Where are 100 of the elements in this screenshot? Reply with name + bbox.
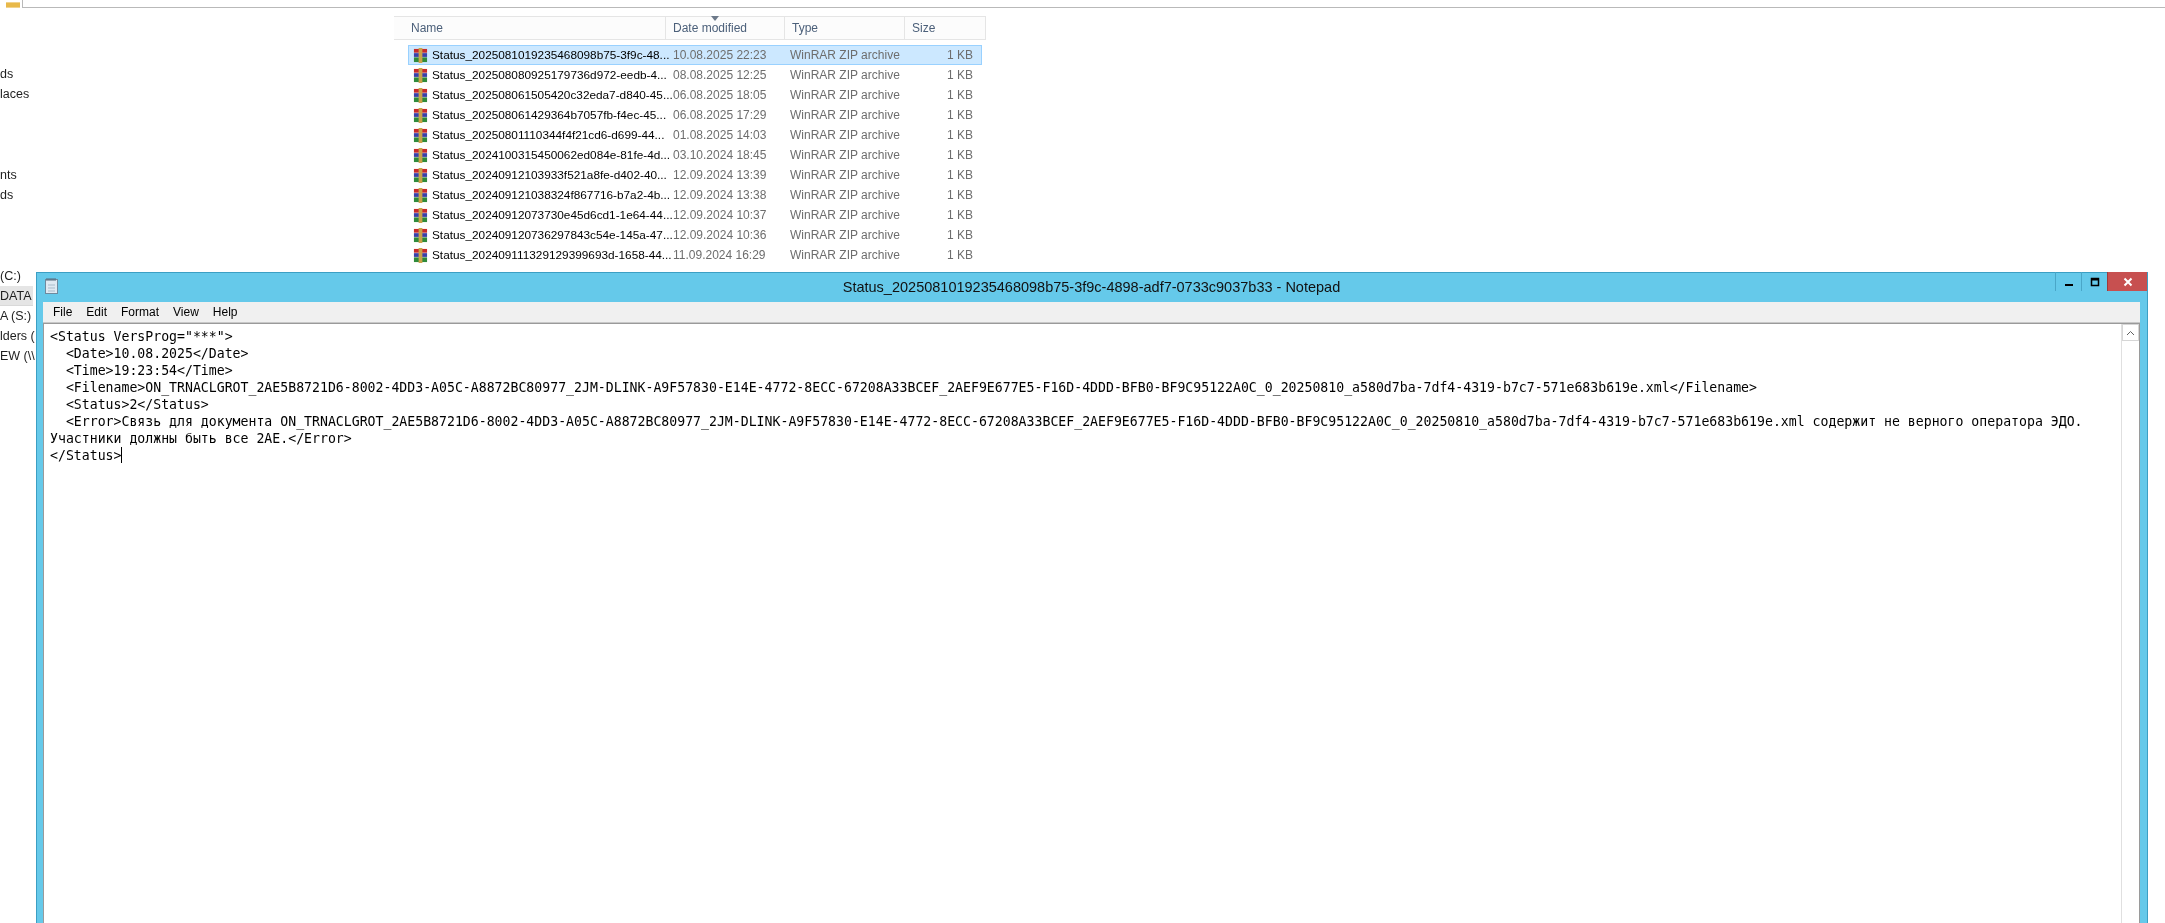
file-name: Status_202409120736297843c54e-145a-47... — [432, 228, 673, 242]
file-row[interactable]: Status_20240912103933f521a8fe-d402-40... 12.09.2024 13:39 WinRAR ZIP archive 1 KB — [408, 165, 982, 185]
file-row[interactable]: Status_202409120736297843c54e-145a-47...12.09.2024 10:36 WinRAR ZIP archive 1 KB — [408, 225, 982, 245]
text-cursor — [121, 447, 123, 463]
file-type: WinRAR ZIP archive — [790, 88, 901, 102]
sidebar-item[interactable]: EW (\\ — [0, 346, 37, 366]
menu-item[interactable]: File — [46, 302, 80, 322]
close-button[interactable] — [2107, 272, 2147, 291]
file-row[interactable]: Status_20240912073730e45d6cd1-1e64-44...12.09.2024 10:37 WinRAR ZIP archive 1 KB — [408, 205, 982, 225]
file-row[interactable]: Status_202409121038324f867716-b7a2-4b... 12.09.2024 13:38 WinRAR ZIP archive 1 KB — [408, 185, 982, 205]
sidebar-item[interactable]: (C:) — [0, 266, 23, 286]
text-line: <Date>10.08.2025</Date> — [64, 345, 249, 362]
date-modified: 12.09.2024 13:38 — [672, 188, 768, 202]
file-type: WinRAR ZIP archive — [790, 188, 901, 202]
file-size: 1 KB — [946, 228, 974, 242]
date-modified: 12.09.2024 13:39 — [672, 168, 768, 182]
menu-item[interactable]: Format — [114, 302, 167, 322]
text-line: <Status VersProg="***"> — [50, 328, 233, 345]
archive-icon — [413, 187, 428, 203]
sidebar-item[interactable]: DATA — [0, 286, 34, 306]
file-type: WinRAR ZIP archive — [790, 68, 901, 82]
date-modified: 08.08.2025 12:25 — [672, 68, 768, 82]
archive-icon — [413, 127, 428, 143]
menu-item[interactable]: View — [166, 302, 206, 322]
file-size: 1 KB — [946, 88, 974, 102]
file-name: Status_202409121038324f867716-b7a2-4b... — [432, 188, 671, 202]
file-size: 1 KB — [946, 248, 974, 262]
file-type: WinRAR ZIP archive — [790, 208, 901, 222]
file-size: 1 KB — [946, 168, 974, 182]
folder-icon — [6, 2, 20, 8]
file-type: WinRAR ZIP archive — [790, 168, 901, 182]
file-size: 1 KB — [946, 108, 974, 122]
sidebar-item[interactable]: ds — [0, 185, 16, 205]
file-row[interactable]: Status_20250801110344f4f21cd6-d699-44... 01.08.2025 14:03 WinRAR ZIP archive 1 KB — [408, 125, 982, 145]
file-type: WinRAR ZIP archive — [790, 248, 901, 262]
file-row[interactable]: Status_2024100315450062ed084e-81fe-4d... 03.10.2024 18:45 WinRAR ZIP archive 1 KB — [408, 145, 982, 165]
file-name: Status_202508061429364b7057fb-f4ec-45... — [432, 108, 667, 122]
notepad-icon — [45, 278, 58, 294]
file-row[interactable]: Status_202409111329129399693d-1658-44...11.09.2024 16:29 WinRAR ZIP archive 1 KB — [408, 245, 982, 265]
file-name: Status_202409111329129399693d-1658-44... — [432, 248, 672, 262]
column-header[interactable]: Size — [905, 17, 986, 39]
archive-icon — [413, 47, 428, 63]
file-name: Status_2024100315450062ed084e-81fe-4d... — [432, 148, 671, 162]
date-modified: 06.08.2025 17:29 — [672, 108, 768, 122]
file-name: Status_20250801110344f4f21cd6-d699-44... — [432, 128, 665, 142]
column-header[interactable]: Type — [785, 17, 905, 39]
file-row[interactable]: Status_2025081019235468098b75-3f9c-48... 10.08.2025 22:23 WinRAR ZIP archive 1 KB — [408, 45, 982, 65]
file-size: 1 KB — [946, 128, 974, 142]
file-row[interactable]: Status_202508080925179736d972-eedb-4... 08.08.2025 12:25 WinRAR ZIP archive 1 KB — [408, 65, 982, 85]
file-size: 1 KB — [946, 68, 974, 82]
sidebar-item[interactable]: laces — [0, 84, 32, 104]
file-name: Status_20240912073730e45d6cd1-1e64-44... — [432, 208, 673, 222]
window-title: Status_2025081019235468098b75-3f9c-4898-adf7-0733c9037b33 - Notepad — [841, 279, 1342, 295]
file-type: WinRAR ZIP archive — [790, 48, 901, 62]
archive-icon — [413, 67, 428, 83]
menu-item[interactable]: Help — [205, 302, 245, 322]
archive-icon — [413, 207, 428, 223]
file-size: 1 KB — [946, 208, 974, 222]
maximize-icon — [2089, 276, 2100, 287]
file-name: Status_202508061505420c32eda7-d840-45... — [432, 88, 673, 102]
text-line: Участники должны быть все 2AE.</Error> — [50, 430, 352, 447]
file-name: Status_20240912103933f521a8fe-d402-40... — [432, 168, 667, 182]
close-icon — [2122, 276, 2133, 287]
date-modified: 10.08.2025 22:23 — [672, 48, 768, 62]
archive-icon — [413, 107, 428, 123]
text-line: <Status>2</Status> — [64, 396, 209, 413]
file-size: 1 KB — [946, 188, 974, 202]
file-type: WinRAR ZIP archive — [790, 148, 901, 162]
date-modified: 01.08.2025 14:03 — [672, 128, 768, 142]
caret-icon — [2126, 329, 2135, 336]
archive-icon — [413, 167, 428, 183]
archive-icon — [413, 227, 428, 243]
sidebar-item[interactable]: A (S:) — [0, 306, 34, 326]
text-line: <Error>Связь для документа ON_TRNACLGROT_2AE5B8721D6-8002-4DD3-A05C-A8872BC80977_2JM-DLINK-A9F57830-E14E-4772-8ECC-67208A33BCEF_2AEF9E677E5-F16D-4DDD-BFB0-BF9C95122A0C_0_20250810_a580d7ba-7df4-4319-b7c7-571e683b619e.xml содержит не верного оператора ЭДО. — [64, 413, 2083, 430]
sidebar-item[interactable]: ds — [0, 64, 16, 84]
file-row[interactable]: Status_202508061429364b7057fb-f4ec-45... 06.08.2025 17:29 WinRAR ZIP archive 1 KB — [408, 105, 982, 125]
file-size: 1 KB — [946, 148, 974, 162]
archive-icon — [413, 147, 428, 163]
scrollbar[interactable] — [2121, 324, 2139, 923]
file-name: Status_2025081019235468098b75-3f9c-48... — [432, 48, 670, 62]
date-modified: 03.10.2024 18:45 — [672, 148, 768, 162]
text-line: </Status> — [50, 447, 122, 464]
file-row[interactable]: Status_202508061505420c32eda7-d840-45...06.08.2025 18:05 WinRAR ZIP archive 1 KB — [408, 85, 982, 105]
sidebar-item[interactable]: nts — [0, 165, 19, 185]
column-header[interactable]: Name — [394, 17, 666, 39]
menu-item[interactable]: Edit — [79, 302, 115, 322]
archive-icon — [413, 87, 428, 103]
archive-icon — [413, 247, 428, 263]
sidebar-item[interactable]: lders ( — [0, 326, 37, 346]
text-line: <Time>19:23:54</Time> — [64, 362, 233, 379]
column-header[interactable]: Date modified — [666, 17, 785, 39]
scroll-up-button[interactable] — [2122, 324, 2139, 341]
sort-caret-icon — [711, 16, 719, 21]
file-size: 1 KB — [946, 48, 974, 62]
file-type: WinRAR ZIP archive — [790, 108, 901, 122]
file-name: Status_202508080925179736d972-eedb-4... — [432, 68, 667, 82]
file-type: WinRAR ZIP archive — [790, 228, 901, 242]
minimize-icon — [2064, 283, 2073, 286]
file-type: WinRAR ZIP archive — [790, 128, 901, 142]
text-line: <Filename>ON_TRNACLGROT_2AE5B8721D6-8002-4DD3-A05C-A8872BC80977_2JM-DLINK-A9F57830-E14E-4772-8ECC-67208A33BCEF_2AEF9E677E5-F16D-4DDD-BFB0-BF9C95122A0C_0_20250810_a580d7ba-7df4-4319-b7c7-571e683b619e.xml</Filename> — [64, 379, 1757, 396]
